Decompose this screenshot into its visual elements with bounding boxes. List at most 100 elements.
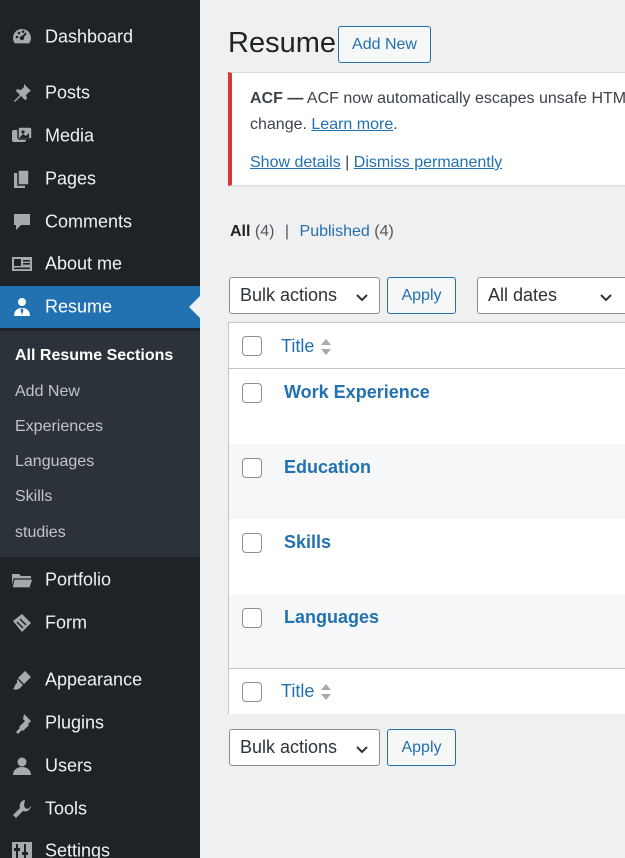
- pages-icon: [10, 167, 34, 191]
- pin-icon: [10, 81, 34, 105]
- posts-table: Title Work Experience Education Skills L…: [228, 322, 625, 714]
- menu-item-dashboard[interactable]: Dashboard: [0, 16, 200, 58]
- wrench-icon: [10, 797, 34, 821]
- dates-filter-label: All dates: [488, 285, 558, 305]
- menu-item-label: Form: [45, 612, 87, 633]
- filter-all-count: (4): [254, 223, 275, 240]
- bulk-actions-select-label: Bulk actions: [240, 285, 338, 305]
- submenu-item-add-new[interactable]: Add New: [15, 383, 80, 401]
- notice-text-2: change.: [250, 116, 312, 133]
- notice-strong: ACF —: [250, 90, 304, 107]
- notice-line-1: ACF — ACF now automatically escapes unsa…: [250, 90, 625, 108]
- menu-item-appearance[interactable]: Appearance: [0, 659, 200, 701]
- status-filters: All (4) | Published (4): [230, 223, 394, 241]
- menu-item-form[interactable]: Form: [0, 602, 200, 644]
- filter-all-label[interactable]: All: [230, 223, 250, 240]
- tag-icon: [10, 611, 34, 635]
- menu-item-label: Portfolio: [45, 569, 112, 590]
- bulk-actions-select-bottom[interactable]: Bulk actions: [229, 729, 380, 766]
- id-card-icon: [10, 252, 34, 276]
- main-content: Resume Add New ACF — ACF now automatical…: [200, 0, 625, 858]
- select-all-checkbox-footer[interactable]: [242, 682, 262, 702]
- menu-item-comments[interactable]: Comments: [0, 201, 200, 243]
- filter-published-count: (4): [374, 223, 394, 240]
- apply-button-top[interactable]: Apply: [387, 277, 456, 314]
- row-checkbox[interactable]: [242, 608, 262, 628]
- add-new-button[interactable]: Add New: [338, 26, 431, 63]
- menu-item-resume[interactable]: Resume: [0, 286, 200, 328]
- menu-item-plugins[interactable]: Plugins: [0, 702, 200, 744]
- chevron-down-icon: [355, 741, 369, 762]
- submenu-item-skills[interactable]: Skills: [15, 488, 52, 506]
- menu-item-posts[interactable]: Posts: [0, 72, 200, 114]
- notice-period: .: [393, 116, 398, 133]
- sort-icon[interactable]: [320, 337, 332, 362]
- submenu-item-studies[interactable]: studies: [15, 524, 66, 542]
- filter-separator: |: [284, 223, 290, 240]
- dismiss-permanently-link[interactable]: Dismiss permanently: [354, 154, 502, 171]
- table-row: Work Experience: [229, 369, 625, 444]
- menu-item-label: Posts: [45, 82, 91, 103]
- menu-item-users[interactable]: Users: [0, 745, 200, 787]
- submenu-item-experiences[interactable]: Experiences: [15, 418, 103, 436]
- bulk-actions-select-top[interactable]: Bulk actions: [229, 277, 380, 314]
- acf-notice: ACF — ACF now automatically escapes unsa…: [228, 72, 625, 186]
- menu-item-settings[interactable]: Settings: [0, 830, 200, 858]
- menu-item-label: Pages: [45, 168, 97, 189]
- notice-separator: |: [340, 154, 354, 171]
- submenu-item-all-resume-sections[interactable]: All Resume Sections: [15, 347, 173, 365]
- menu-item-label: Plugins: [45, 712, 105, 733]
- row-checkbox[interactable]: [242, 458, 262, 478]
- menu-item-tools[interactable]: Tools: [0, 788, 200, 830]
- row-title-link[interactable]: Work Experience: [284, 382, 430, 403]
- dashboard-icon: [10, 25, 34, 49]
- table-row: Languages: [229, 594, 625, 669]
- row-checkbox[interactable]: [242, 533, 262, 553]
- media-icon: [10, 124, 34, 148]
- dates-filter-select[interactable]: All dates: [477, 277, 625, 314]
- filter-published-label[interactable]: Published: [300, 223, 370, 240]
- users-icon: [10, 754, 34, 778]
- chevron-down-icon: [599, 289, 613, 310]
- column-title-header[interactable]: Title: [281, 336, 314, 357]
- bulk-actions-select-label: Bulk actions: [240, 737, 338, 757]
- notice-line-2: change. Learn more.: [250, 116, 398, 134]
- apply-button-bottom[interactable]: Apply: [387, 729, 456, 766]
- table-header-row: Title: [229, 323, 625, 369]
- learn-more-link[interactable]: Learn more: [311, 116, 393, 133]
- menu-item-pages[interactable]: Pages: [0, 158, 200, 200]
- menu-item-label: Settings: [45, 840, 111, 858]
- user-icon: [10, 295, 34, 319]
- chevron-down-icon: [355, 289, 369, 310]
- menu-item-label: Comments: [45, 211, 133, 232]
- row-checkbox[interactable]: [242, 383, 262, 403]
- menu-item-label: About me: [45, 253, 123, 274]
- table-row: Skills: [229, 519, 625, 594]
- select-all-checkbox[interactable]: [242, 336, 262, 356]
- show-details-link[interactable]: Show details: [250, 154, 341, 171]
- notice-text-1: ACF now automatically escapes unsafe HTM…: [303, 90, 625, 107]
- menu-item-label: Resume: [45, 296, 113, 317]
- menu-item-label: Appearance: [45, 669, 143, 690]
- menu-item-about-me[interactable]: About me: [0, 243, 200, 285]
- row-title-link[interactable]: Skills: [284, 532, 331, 553]
- column-title-footer[interactable]: Title: [281, 681, 314, 702]
- table-row: Education: [229, 444, 625, 519]
- brush-icon: [10, 668, 34, 692]
- menu-item-portfolio[interactable]: Portfolio: [0, 559, 200, 601]
- page-title: Resume: [228, 27, 336, 59]
- sort-icon[interactable]: [320, 682, 332, 707]
- row-title-link[interactable]: Languages: [284, 607, 379, 628]
- menu-item-label: Users: [45, 755, 93, 776]
- menu-item-label: Media: [45, 125, 95, 146]
- settings-icon: [10, 839, 34, 858]
- submenu-item-languages[interactable]: Languages: [15, 453, 94, 471]
- row-title-link[interactable]: Education: [284, 457, 371, 478]
- resume-submenu: All Resume Sections Add New Experiences …: [0, 331, 200, 557]
- menu-item-media[interactable]: Media: [0, 115, 200, 157]
- notice-actions: Show details | Dismiss permanently: [250, 154, 502, 172]
- menu-item-label: Tools: [45, 798, 88, 819]
- comment-icon: [10, 210, 34, 234]
- table-footer-row: Title: [229, 668, 625, 714]
- plugin-icon: [10, 711, 34, 735]
